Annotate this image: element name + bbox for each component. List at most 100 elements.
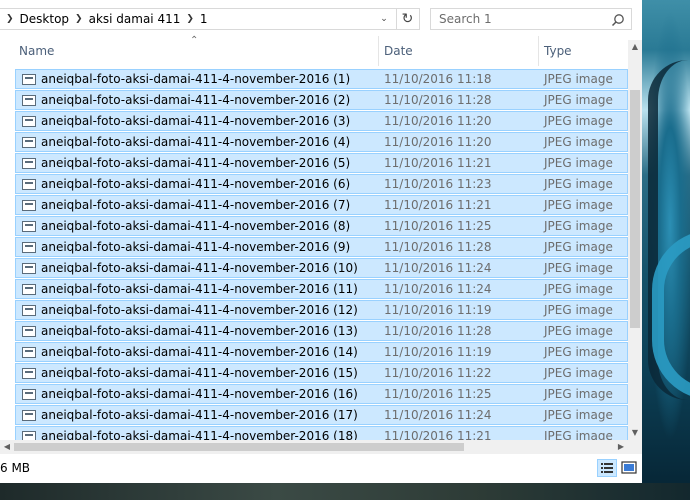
status-selection-size: 6 MB bbox=[0, 461, 31, 475]
file-name[interactable]: aneiqbal-foto-aksi-damai-411-4-november-… bbox=[41, 303, 358, 317]
breadcrumb-item-current[interactable]: 1 bbox=[200, 12, 208, 26]
file-row[interactable]: aneiqbal-foto-aksi-damai-411-4-november-… bbox=[15, 384, 628, 404]
image-file-icon bbox=[22, 326, 36, 337]
search-box[interactable]: Search 1 bbox=[430, 8, 632, 30]
file-date: 11/10/2016 11:23 bbox=[384, 177, 492, 191]
file-date: 11/10/2016 11:21 bbox=[384, 198, 492, 212]
breadcrumb-item-desktop[interactable]: Desktop bbox=[20, 12, 70, 26]
file-type: JPEG image bbox=[544, 408, 613, 422]
file-row[interactable]: aneiqbal-foto-aksi-damai-411-4-november-… bbox=[15, 237, 628, 257]
taskbar bbox=[0, 483, 690, 500]
file-name[interactable]: aneiqbal-foto-aksi-damai-411-4-november-… bbox=[41, 429, 358, 440]
explorer-window: ❯ Desktop ❯ aksi damai 411 ❯ 1 ⌄ ↻ Searc… bbox=[0, 0, 642, 483]
file-row[interactable]: aneiqbal-foto-aksi-damai-411-4-november-… bbox=[15, 132, 628, 152]
file-date: 11/10/2016 11:25 bbox=[384, 219, 492, 233]
file-list: aneiqbal-foto-aksi-damai-411-4-november-… bbox=[15, 69, 628, 440]
file-row[interactable]: aneiqbal-foto-aksi-damai-411-4-november-… bbox=[15, 279, 628, 299]
file-name[interactable]: aneiqbal-foto-aksi-damai-411-4-november-… bbox=[41, 219, 350, 233]
scroll-right-icon[interactable]: ▶ bbox=[614, 440, 628, 454]
file-name[interactable]: aneiqbal-foto-aksi-damai-411-4-november-… bbox=[41, 156, 350, 170]
file-row[interactable]: aneiqbal-foto-aksi-damai-411-4-november-… bbox=[15, 321, 628, 341]
file-date: 11/10/2016 11:24 bbox=[384, 261, 492, 275]
file-row[interactable]: aneiqbal-foto-aksi-damai-411-4-november-… bbox=[15, 405, 628, 425]
horizontal-scroll-thumb[interactable] bbox=[14, 443, 464, 451]
file-type: JPEG image bbox=[544, 114, 613, 128]
file-row[interactable]: aneiqbal-foto-aksi-damai-411-4-november-… bbox=[15, 153, 628, 173]
file-row[interactable]: aneiqbal-foto-aksi-damai-411-4-november-… bbox=[15, 174, 628, 194]
scroll-left-icon[interactable]: ◀ bbox=[0, 440, 14, 454]
file-date: 11/10/2016 11:28 bbox=[384, 324, 492, 338]
file-name[interactable]: aneiqbal-foto-aksi-damai-411-4-november-… bbox=[41, 282, 358, 296]
breadcrumb-item-folder[interactable]: aksi damai 411 bbox=[89, 12, 181, 26]
vertical-scrollbar[interactable]: ▲ ▼ bbox=[628, 40, 642, 440]
file-name[interactable]: aneiqbal-foto-aksi-damai-411-4-november-… bbox=[41, 366, 358, 380]
column-name-header[interactable]: Name bbox=[14, 36, 378, 66]
refresh-icon[interactable]: ↻ bbox=[396, 8, 418, 30]
file-type: JPEG image bbox=[544, 198, 613, 212]
file-type: JPEG image bbox=[544, 93, 613, 107]
breadcrumb-chevron-icon[interactable]: ❯ bbox=[0, 14, 20, 24]
file-row[interactable]: aneiqbal-foto-aksi-damai-411-4-november-… bbox=[15, 258, 628, 278]
image-file-icon bbox=[22, 200, 36, 211]
file-date: 11/10/2016 11:20 bbox=[384, 114, 492, 128]
file-row[interactable]: aneiqbal-foto-aksi-damai-411-4-november-… bbox=[15, 363, 628, 383]
file-name[interactable]: aneiqbal-foto-aksi-damai-411-4-november-… bbox=[41, 93, 350, 107]
image-file-icon bbox=[22, 347, 36, 358]
scrollbar-corner bbox=[628, 440, 642, 454]
column-header: ⌃ Name Date Type bbox=[0, 35, 628, 66]
file-row[interactable]: aneiqbal-foto-aksi-damai-411-4-november-… bbox=[15, 90, 628, 110]
large-icons-view-icon[interactable] bbox=[620, 459, 638, 477]
file-type: JPEG image bbox=[544, 324, 613, 338]
file-type: JPEG image bbox=[544, 387, 613, 401]
search-placeholder[interactable]: Search 1 bbox=[439, 12, 492, 26]
file-date: 11/10/2016 11:20 bbox=[384, 135, 492, 149]
vertical-scroll-thumb[interactable] bbox=[630, 90, 640, 328]
file-date: 11/10/2016 11:24 bbox=[384, 282, 492, 296]
horizontal-scrollbar[interactable]: ◀ ▶ bbox=[0, 440, 628, 454]
breadcrumb-chevron-icon[interactable]: ❯ bbox=[69, 14, 89, 24]
scroll-up-icon[interactable]: ▲ bbox=[628, 40, 642, 54]
file-row[interactable]: aneiqbal-foto-aksi-damai-411-4-november-… bbox=[15, 300, 628, 320]
image-file-icon bbox=[22, 305, 36, 316]
file-type: JPEG image bbox=[544, 366, 613, 380]
file-name[interactable]: aneiqbal-foto-aksi-damai-411-4-november-… bbox=[41, 72, 350, 86]
file-date: 11/10/2016 11:21 bbox=[384, 156, 492, 170]
file-name[interactable]: aneiqbal-foto-aksi-damai-411-4-november-… bbox=[41, 324, 358, 338]
scroll-down-icon[interactable]: ▼ bbox=[628, 426, 642, 440]
file-name[interactable]: aneiqbal-foto-aksi-damai-411-4-november-… bbox=[41, 198, 350, 212]
address-bar: ❯ Desktop ❯ aksi damai 411 ❯ 1 ⌄ ↻ Searc… bbox=[0, 0, 642, 40]
file-name[interactable]: aneiqbal-foto-aksi-damai-411-4-november-… bbox=[41, 177, 350, 191]
breadcrumb[interactable]: ❯ Desktop ❯ aksi damai 411 ❯ 1 bbox=[0, 8, 420, 30]
file-row[interactable]: aneiqbal-foto-aksi-damai-411-4-november-… bbox=[15, 195, 628, 215]
file-row[interactable]: aneiqbal-foto-aksi-damai-411-4-november-… bbox=[15, 216, 628, 236]
file-row[interactable]: aneiqbal-foto-aksi-damai-411-4-november-… bbox=[15, 111, 628, 131]
file-type: JPEG image bbox=[544, 219, 613, 233]
file-row[interactable]: aneiqbal-foto-aksi-damai-411-4-november-… bbox=[15, 342, 628, 362]
file-row[interactable]: aneiqbal-foto-aksi-damai-411-4-november-… bbox=[15, 69, 628, 89]
image-file-icon bbox=[22, 410, 36, 421]
file-date: 11/10/2016 11:21 bbox=[384, 429, 492, 440]
image-file-icon bbox=[22, 158, 36, 169]
file-name[interactable]: aneiqbal-foto-aksi-damai-411-4-november-… bbox=[41, 240, 350, 254]
details-view-icon[interactable] bbox=[597, 459, 617, 477]
file-date: 11/10/2016 11:18 bbox=[384, 72, 492, 86]
image-file-icon bbox=[22, 368, 36, 379]
file-date: 11/10/2016 11:28 bbox=[384, 93, 492, 107]
file-type: JPEG image bbox=[544, 345, 613, 359]
file-name[interactable]: aneiqbal-foto-aksi-damai-411-4-november-… bbox=[41, 387, 358, 401]
file-date: 11/10/2016 11:19 bbox=[384, 345, 492, 359]
address-dropdown-icon[interactable]: ⌄ bbox=[374, 8, 394, 30]
breadcrumb-chevron-icon[interactable]: ❯ bbox=[180, 14, 200, 24]
file-date: 11/10/2016 11:28 bbox=[384, 240, 492, 254]
file-type: JPEG image bbox=[544, 135, 613, 149]
column-type-header[interactable]: Type bbox=[538, 36, 628, 66]
file-name[interactable]: aneiqbal-foto-aksi-damai-411-4-november-… bbox=[41, 114, 350, 128]
file-name[interactable]: aneiqbal-foto-aksi-damai-411-4-november-… bbox=[41, 135, 350, 149]
column-date-header[interactable]: Date bbox=[378, 36, 538, 66]
file-name[interactable]: aneiqbal-foto-aksi-damai-411-4-november-… bbox=[41, 345, 358, 359]
file-name[interactable]: aneiqbal-foto-aksi-damai-411-4-november-… bbox=[41, 408, 358, 422]
image-file-icon bbox=[22, 431, 36, 440]
search-icon[interactable] bbox=[611, 13, 625, 27]
file-row[interactable]: aneiqbal-foto-aksi-damai-411-4-november-… bbox=[15, 426, 628, 440]
file-name[interactable]: aneiqbal-foto-aksi-damai-411-4-november-… bbox=[41, 261, 358, 275]
